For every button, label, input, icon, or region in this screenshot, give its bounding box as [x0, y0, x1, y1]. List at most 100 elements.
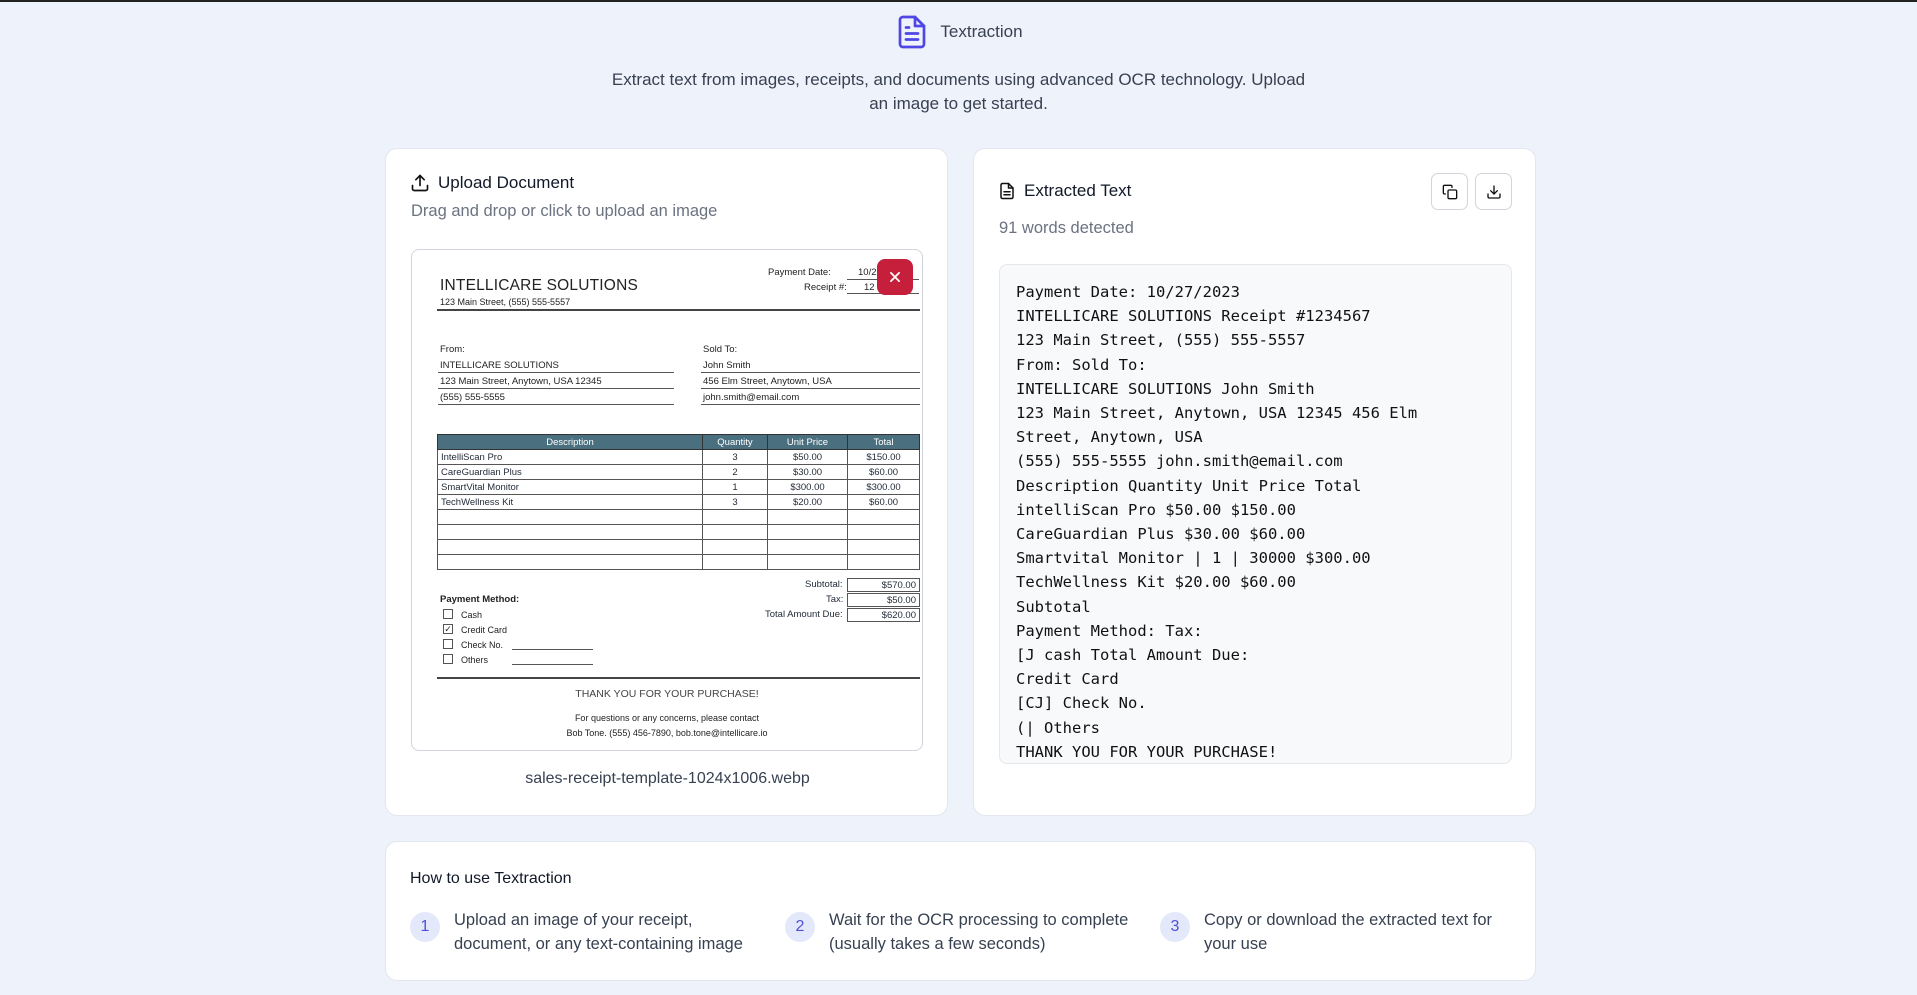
- column-header: Unit Price: [767, 434, 848, 450]
- step-text: Copy or download the extracted text for …: [1204, 911, 1492, 953]
- table-cell: $300.00: [767, 479, 848, 495]
- receipt-contact: For questions or any concerns, please co…: [574, 713, 760, 723]
- table-row: [437, 524, 920, 540]
- checkbox-credit-card: ✓: [443, 624, 453, 634]
- checkbox-check: [443, 639, 453, 649]
- table-row: [437, 509, 920, 525]
- extracted-heading: Extracted Text: [1024, 181, 1132, 200]
- column-header: Total: [847, 434, 920, 450]
- table-cell: $60.00: [847, 464, 920, 480]
- table-cell: [702, 509, 768, 525]
- file-name: sales-receipt-template-1024x1006.webp: [525, 770, 810, 787]
- payment-date-value: 10/2: [858, 267, 877, 278]
- subtotal-label: Subtotal:: [805, 579, 843, 590]
- app-header: Textraction: [0, 12, 1917, 52]
- table-cell: [847, 524, 920, 540]
- table-cell: $50.00: [767, 449, 848, 465]
- method-label: Check No.: [461, 640, 504, 650]
- upload-icon: [411, 174, 429, 192]
- app-description: Extract text from images, receipts, and …: [611, 70, 1306, 113]
- remove-image-button[interactable]: [877, 259, 913, 295]
- column-header: Description: [437, 434, 703, 450]
- table-cell: [437, 539, 703, 555]
- checkbox-others: [443, 654, 453, 664]
- table-cell: TechWellness Kit: [437, 494, 703, 510]
- tax-value: $50.00: [847, 593, 920, 607]
- extracted-text-output[interactable]: Payment Date: 10/27/2023 INTELLICARE SOLU…: [999, 264, 1512, 764]
- table-cell: SmartVital Monitor: [437, 479, 703, 495]
- receipt-company: INTELLICARE SOLUTIONS: [440, 277, 638, 294]
- receipt-table: Description Quantity Unit Price Total In…: [437, 434, 920, 570]
- table-cell: [767, 524, 848, 540]
- download-button[interactable]: [1475, 173, 1512, 210]
- image-preview[interactable]: INTELLICARE SOLUTIONS 123 Main Street, (…: [411, 249, 923, 751]
- extracted-header: Extracted Text: [998, 181, 1131, 201]
- table-cell: $60.00: [847, 494, 920, 510]
- table-cell: [847, 554, 920, 570]
- sold-to-line: 456 Elm Street, Anytown, USA: [703, 376, 832, 387]
- table-row: TechWellness Kit 3 $20.00 $60.00: [437, 494, 920, 510]
- table-cell: $20.00: [767, 494, 848, 510]
- table-cell: 3: [702, 494, 768, 510]
- table-cell: $30.00: [767, 464, 848, 480]
- extracted-line: Payment Date: 10/27/2023: [1016, 283, 1240, 301]
- download-icon: [1486, 184, 1501, 199]
- sold-to-line: john.smith@email.com: [703, 392, 800, 403]
- table-cell: [702, 539, 768, 555]
- copy-button[interactable]: [1431, 173, 1468, 210]
- step-number: 1: [410, 912, 440, 942]
- method-label: Credit Card: [461, 625, 508, 635]
- receipt-number-value: 12: [864, 282, 875, 293]
- extracted-line: CareGuardian Plus $30.00 $60.00: [1016, 525, 1306, 544]
- payment-method-label: Payment Method:: [440, 594, 520, 605]
- upload-heading: Upload Document: [438, 173, 575, 192]
- extracted-line: intelliScan Pro $50.00 $150.00: [1016, 500, 1296, 519]
- step-text: Wait for the OCR processing to complete …: [829, 911, 1129, 953]
- table-cell: $150.00: [847, 449, 920, 465]
- extracted-line: 123 Main Street, (555) 555-5557: [1016, 331, 1306, 350]
- upload-header: Upload Document: [410, 173, 574, 193]
- step-number: 2: [785, 912, 815, 942]
- step-1: 1 Upload an image of your receipt, docum…: [410, 908, 754, 956]
- step-3: 3 Copy or download the extracted text fo…: [1160, 908, 1504, 956]
- tax-label: Tax:: [826, 594, 844, 605]
- close-icon: [890, 272, 900, 282]
- receipt-number-label: Receipt #:: [804, 282, 847, 293]
- table-cell: 3: [702, 449, 768, 465]
- how-to-title: How to use Textraction: [410, 870, 572, 887]
- word-count: 91 words detected: [999, 219, 1134, 237]
- table-cell: [702, 554, 768, 570]
- receipt-contact: Bob Tone. (555) 456-7890, bob.tone@intel…: [566, 728, 768, 738]
- column-header: Quantity: [702, 434, 768, 450]
- table-cell: [767, 509, 848, 525]
- total-label: Total Amount Due:: [765, 609, 843, 620]
- method-label: Others: [461, 655, 489, 665]
- extracted-line: (555) 555-5555 john.smith@email.com: [1016, 452, 1343, 471]
- from-line: (555) 555-5555: [440, 392, 505, 403]
- document-icon: [899, 15, 926, 49]
- table-row: SmartVital Monitor 1 $300.00 $300.00: [437, 479, 920, 495]
- extracted-text-card: Extracted Text 91 words detected Payment…: [973, 148, 1536, 816]
- receipt-thanks: THANK YOU FOR YOUR PURCHASE!: [575, 688, 759, 700]
- extracted-line: Description Quantity Unit Price Total: [1016, 476, 1362, 495]
- upload-subheading: Drag and drop or click to upload an imag…: [411, 202, 718, 220]
- table-cell: [437, 509, 703, 525]
- table-cell: 2: [702, 464, 768, 480]
- extracted-line: Subtotal: [1016, 597, 1091, 616]
- extracted-line: [CJ] Check No.: [1016, 694, 1147, 713]
- receipt-address: 123 Main Street, (555) 555-5557: [440, 297, 571, 307]
- from-line: 123 Main Street, Anytown, USA 12345: [440, 376, 602, 387]
- extracted-line: INTELLICARE SOLUTIONS Receipt #1234567: [1016, 307, 1371, 326]
- sold-to-line: John Smith: [703, 360, 751, 371]
- how-to-card: How to use Textraction 1 Upload an image…: [385, 841, 1536, 981]
- extracted-line: Smartvital Monitor | 1 | 30000 $300.00: [1016, 549, 1371, 568]
- extracted-line: TechWellness Kit $20.00 $60.00: [1016, 573, 1296, 592]
- extracted-line: From: Sold To:: [1016, 355, 1147, 374]
- extracted-line: Payment Method: Tax:: [1016, 621, 1203, 640]
- extracted-line: 123 Main Street, Anytown, USA 12345 456 …: [1016, 404, 1418, 423]
- table-cell: [767, 554, 848, 570]
- file-text-icon: [1000, 182, 1014, 200]
- table-cell: [847, 509, 920, 525]
- table-cell: [702, 524, 768, 540]
- sold-to-label: Sold To:: [703, 344, 738, 355]
